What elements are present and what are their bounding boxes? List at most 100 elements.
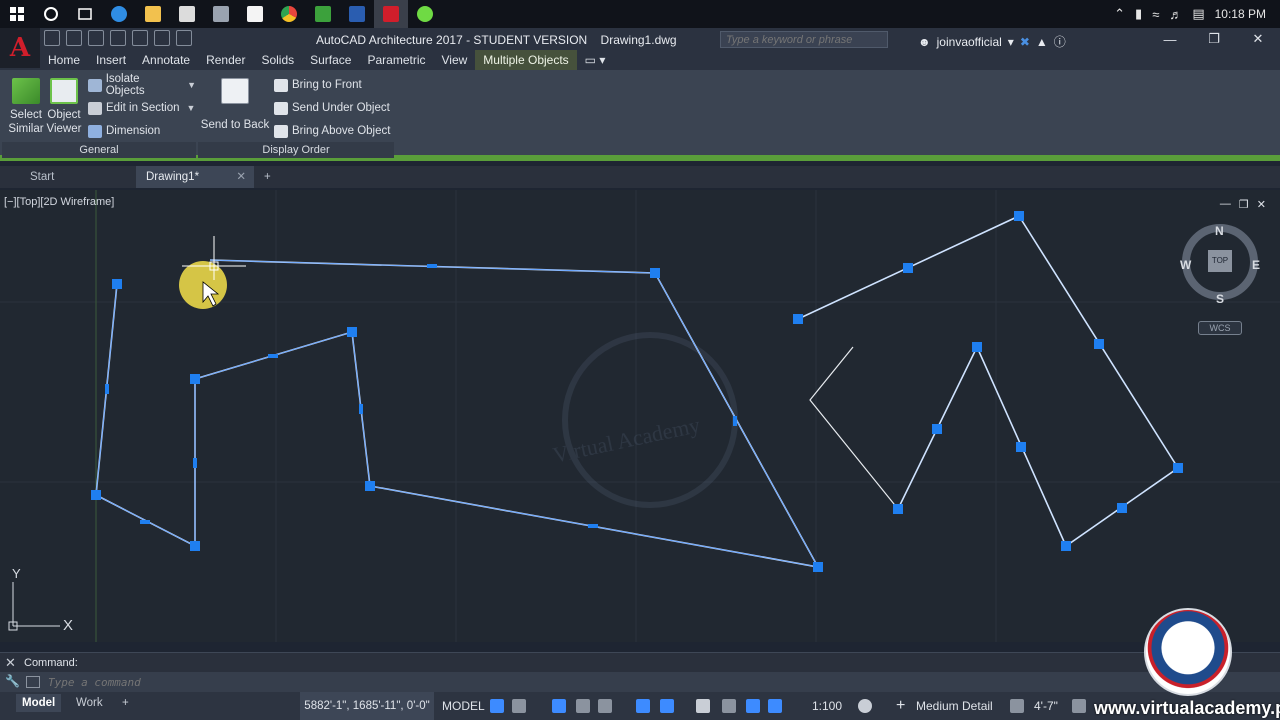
- viewcube[interactable]: N S E W TOP: [1178, 220, 1262, 306]
- infer-constraints-icon[interactable]: [552, 699, 566, 713]
- transparency-icon[interactable]: [722, 699, 736, 713]
- tab-view[interactable]: View: [434, 50, 476, 70]
- tab-multiple-objects[interactable]: Multiple Objects: [475, 50, 577, 70]
- grid-icon[interactable]: [490, 699, 504, 713]
- file-explorer-icon[interactable]: [136, 0, 170, 28]
- add-layout-button[interactable]: +: [116, 694, 135, 712]
- close-icon[interactable]: ✕: [5, 655, 16, 671]
- a360-icon[interactable]: ▲: [1036, 35, 1048, 49]
- restore-button[interactable]: ❐: [1192, 28, 1236, 50]
- annotation-scale[interactable]: 1:100: [812, 692, 842, 720]
- edge-browser-icon[interactable]: [102, 0, 136, 28]
- viewcube-north[interactable]: N: [1215, 224, 1224, 238]
- close-button[interactable]: ✕: [1236, 28, 1280, 50]
- viewcube-east[interactable]: E: [1252, 258, 1260, 272]
- viewcube-top-face[interactable]: TOP: [1208, 250, 1232, 272]
- autocad-taskbar-icon[interactable]: [374, 0, 408, 28]
- tab-home[interactable]: Home: [40, 50, 88, 70]
- viewcube-south[interactable]: S: [1216, 292, 1224, 306]
- undo-icon[interactable]: [154, 30, 170, 46]
- chrome-icon[interactable]: [272, 0, 306, 28]
- chevron-up-icon[interactable]: ⌃: [1114, 6, 1125, 22]
- volume-icon[interactable]: ♬: [1169, 7, 1182, 22]
- tab-insert[interactable]: Insert: [88, 50, 134, 70]
- unselected-line[interactable]: [809, 346, 899, 510]
- help-search-input[interactable]: [720, 31, 888, 48]
- detail-level-dropdown[interactable]: Medium Detail: [916, 692, 993, 720]
- new-icon[interactable]: [44, 30, 60, 46]
- plus-icon[interactable]: +: [896, 692, 905, 720]
- layer-icon[interactable]: [1010, 699, 1024, 713]
- store-icon[interactable]: [170, 0, 204, 28]
- exchange-icon[interactable]: ✖: [1020, 35, 1030, 49]
- dimension-button[interactable]: Dimension: [88, 122, 160, 140]
- bring-to-front-button[interactable]: Bring to Front: [274, 76, 362, 94]
- redo-icon[interactable]: [176, 30, 192, 46]
- command-input[interactable]: [48, 674, 1138, 690]
- ortho-icon[interactable]: [576, 699, 590, 713]
- object-viewer-button[interactable]: Object Viewer: [44, 78, 84, 136]
- camtasia-recorder-icon[interactable]: [306, 0, 340, 28]
- selected-polyline-right[interactable]: [797, 214, 1180, 548]
- tab-render[interactable]: Render: [198, 50, 253, 70]
- battery-icon[interactable]: ▮: [1135, 6, 1142, 22]
- user-account[interactable]: ☻ joinvaofficial ▾ ✖ ▲ ⓘ: [918, 33, 1066, 50]
- snap-icon[interactable]: [512, 699, 526, 713]
- tab-work-layout[interactable]: Work: [70, 694, 109, 712]
- ribbon-options-button[interactable]: ▭ ▾: [577, 50, 614, 70]
- photoshop-icon[interactable]: [340, 0, 374, 28]
- task-view-icon[interactable]: [68, 0, 102, 28]
- tab-parametric[interactable]: Parametric: [359, 50, 433, 70]
- application-menu-button[interactable]: A: [0, 28, 40, 68]
- calculator-icon[interactable]: [204, 0, 238, 28]
- isolate-objects-button[interactable]: Isolate Objects ▼: [88, 73, 196, 97]
- tab-solids[interactable]: Solids: [253, 50, 302, 70]
- tab-start[interactable]: Start: [0, 166, 134, 188]
- customize-wrench-icon[interactable]: 🔧: [5, 674, 20, 688]
- isodraft-icon[interactable]: [636, 699, 650, 713]
- send-under-object-button[interactable]: Send Under Object: [274, 99, 390, 117]
- minimize-button[interactable]: —: [1148, 28, 1192, 50]
- cortana-search-icon[interactable]: [34, 0, 68, 28]
- viewport-restore-button[interactable]: ❐: [1239, 198, 1249, 211]
- grips[interactable]: [91, 211, 1183, 572]
- save-icon[interactable]: [88, 30, 104, 46]
- windows-start-icon[interactable]: [0, 0, 34, 28]
- command-prompt-icon[interactable]: [26, 676, 40, 688]
- plot-icon[interactable]: [132, 30, 148, 46]
- upwork-icon[interactable]: [408, 0, 442, 28]
- bring-above-object-button[interactable]: Bring Above Object: [274, 122, 390, 140]
- viewport-minimize-button[interactable]: —: [1220, 198, 1231, 211]
- edit-in-section-button[interactable]: Edit in Section ▼: [88, 99, 195, 117]
- drawing-svg[interactable]: Virtual Academy Y X: [0, 190, 1280, 642]
- tab-annotate[interactable]: Annotate: [134, 50, 198, 70]
- drawing-canvas[interactable]: Virtual Academy Y X [−][Top][2D Wirefram…: [0, 190, 1280, 642]
- help-icon[interactable]: ⓘ: [1054, 33, 1066, 50]
- gear-icon[interactable]: [858, 699, 872, 713]
- object-snap-icon[interactable]: [660, 699, 674, 713]
- select-similar-button[interactable]: Select Similar: [6, 78, 46, 136]
- save-as-icon[interactable]: [110, 30, 126, 46]
- tab-surface[interactable]: Surface: [302, 50, 359, 70]
- coordinates-readout[interactable]: 5882'-1", 1685'-11", 0'-0": [300, 692, 434, 720]
- lineweight-icon[interactable]: [696, 699, 710, 713]
- send-to-back-button[interactable]: Send to Back: [200, 78, 270, 132]
- viewcube-west[interactable]: W: [1180, 258, 1191, 272]
- viewport-controls-label[interactable]: [−][Top][2D Wireframe]: [4, 196, 114, 208]
- camtasia-icon[interactable]: [238, 0, 272, 28]
- polar-icon[interactable]: [598, 699, 612, 713]
- close-icon[interactable]: ✕: [236, 166, 246, 188]
- new-tab-button[interactable]: +: [258, 166, 280, 188]
- wcs-menu[interactable]: WCS: [1198, 321, 1242, 335]
- auto-scale-icon[interactable]: [768, 699, 782, 713]
- notifications-icon[interactable]: ▤: [1192, 6, 1204, 22]
- elevation-value[interactable]: 4'-7": [1034, 692, 1058, 720]
- open-icon[interactable]: [66, 30, 82, 46]
- tab-drawing1[interactable]: Drawing1* ✕: [136, 166, 254, 188]
- tab-model-layout[interactable]: Model: [16, 694, 62, 712]
- viewport-close-button[interactable]: ✕: [1257, 198, 1266, 211]
- workspace-icon[interactable]: [1072, 699, 1086, 713]
- annotation-visibility-icon[interactable]: [746, 699, 760, 713]
- network-icon[interactable]: ≈: [1152, 7, 1159, 22]
- clock[interactable]: 10:18 PM: [1215, 7, 1266, 21]
